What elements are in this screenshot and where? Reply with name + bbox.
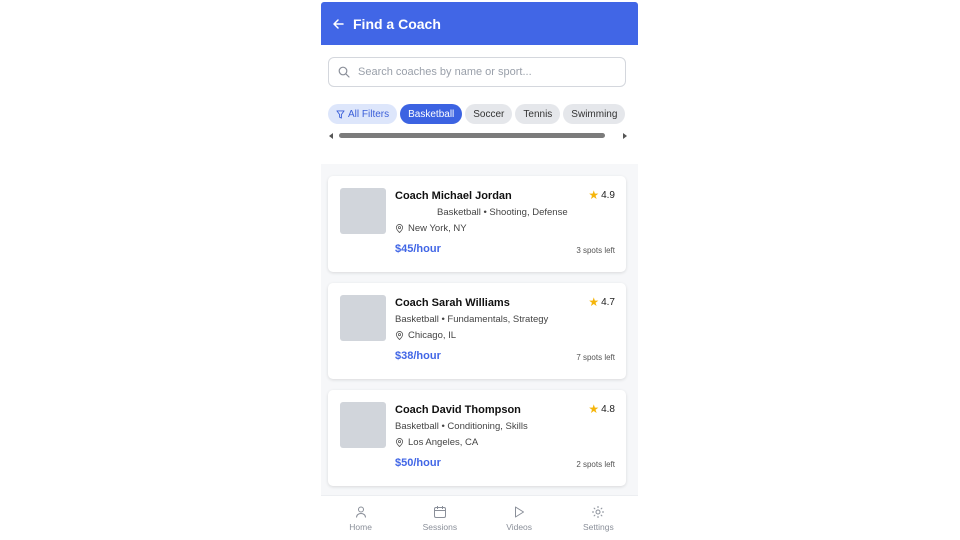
star-icon: ★ bbox=[588, 295, 600, 309]
spots-left: 7 spots left bbox=[576, 353, 615, 362]
coach-photo bbox=[340, 402, 386, 448]
play-icon bbox=[515, 506, 525, 518]
coach-card[interactable]: Coach David Thompson ★ 4.8 Basketball • C… bbox=[328, 390, 626, 486]
chip-basketball[interactable]: Basketball bbox=[400, 104, 463, 124]
spots-left: 3 spots left bbox=[576, 246, 615, 255]
scroll-right-icon[interactable] bbox=[623, 133, 627, 139]
coach-name: Coach Michael Jordan bbox=[395, 190, 512, 202]
scrollbar-thumb[interactable] bbox=[339, 133, 605, 138]
coach-photo bbox=[340, 188, 386, 234]
location-pin-icon bbox=[395, 331, 404, 340]
location-pin-icon bbox=[395, 224, 404, 233]
location-text: New York, NY bbox=[408, 223, 467, 234]
nav-home[interactable]: Home bbox=[321, 496, 400, 540]
nav-videos[interactable]: Videos bbox=[480, 496, 559, 540]
search-input[interactable] bbox=[358, 66, 608, 78]
star-icon: ★ bbox=[588, 188, 600, 202]
star-icon: ★ bbox=[588, 402, 600, 416]
coach-card[interactable]: Coach Sarah Williams ★ 4.7 Basketball • F… bbox=[328, 283, 626, 379]
filter-icon bbox=[336, 109, 345, 119]
nav-settings[interactable]: Settings bbox=[559, 496, 638, 540]
all-filters-chip[interactable]: All Filters bbox=[328, 104, 398, 124]
coach-name: Coach David Thompson bbox=[395, 404, 521, 416]
search-icon bbox=[338, 66, 350, 78]
coach-price: $38/hour bbox=[395, 350, 441, 362]
spots-left: 2 spots left bbox=[576, 460, 615, 469]
coach-name: Coach Sarah Williams bbox=[395, 297, 510, 309]
scroll-left-icon[interactable] bbox=[329, 133, 333, 139]
page-title: Find a Coach bbox=[353, 15, 441, 32]
coach-rating: ★ 4.8 bbox=[588, 402, 615, 416]
coach-location: Los Angeles, CA bbox=[395, 437, 478, 448]
search-box[interactable] bbox=[328, 57, 626, 87]
gear-icon bbox=[592, 506, 605, 518]
all-filters-label: All Filters bbox=[348, 108, 390, 120]
header-bar: Find a Coach bbox=[321, 2, 638, 45]
user-icon bbox=[355, 506, 366, 518]
coach-photo bbox=[340, 295, 386, 341]
coach-card[interactable]: Coach Michael Jordan ★ 4.9 Basketball • S… bbox=[328, 176, 626, 272]
coach-price: $50/hour bbox=[395, 457, 441, 469]
coach-price: $45/hour bbox=[395, 243, 441, 255]
filter-chips: All Filters Basketball Soccer Tennis Swimmi… bbox=[328, 104, 628, 126]
coach-location: Chicago, IL bbox=[395, 330, 456, 341]
calendar-icon bbox=[433, 506, 446, 518]
nav-label: Home bbox=[349, 522, 372, 532]
chips-scrollbar[interactable] bbox=[329, 132, 627, 140]
bottom-nav: Home Sessions Videos Settings bbox=[321, 495, 638, 540]
location-text: Chicago, IL bbox=[408, 330, 457, 341]
coach-specialty: Basketball • Fundamentals, Strategy bbox=[395, 314, 549, 325]
rating-value: 4.8 bbox=[601, 403, 615, 415]
chip-swimming[interactable]: Swimming bbox=[563, 104, 626, 124]
nav-label: Sessions bbox=[422, 522, 458, 532]
coach-rating: ★ 4.7 bbox=[588, 295, 615, 309]
rating-value: 4.9 bbox=[601, 189, 615, 201]
arrow-left-icon[interactable] bbox=[331, 17, 345, 31]
chip-tennis[interactable]: Tennis bbox=[515, 104, 561, 124]
coach-rating: ★ 4.9 bbox=[588, 188, 615, 202]
nav-label: Settings bbox=[583, 522, 614, 532]
coach-specialty: Basketball • Shooting, Defense bbox=[437, 207, 568, 218]
location-text: Los Angeles, CA bbox=[408, 437, 479, 448]
coach-location: New York, NY bbox=[395, 223, 467, 234]
coach-list: Coach Michael Jordan ★ 4.9 Basketball • S… bbox=[321, 164, 638, 495]
chip-soccer[interactable]: Soccer bbox=[465, 104, 513, 124]
nav-sessions[interactable]: Sessions bbox=[400, 496, 479, 540]
rating-value: 4.7 bbox=[601, 296, 615, 308]
location-pin-icon bbox=[395, 438, 404, 447]
coach-specialty: Basketball • Conditioning, Skills bbox=[395, 421, 528, 432]
nav-label: Videos bbox=[506, 522, 533, 532]
app-screen: Find a Coach All Filters BasketballSocce… bbox=[321, 2, 638, 540]
